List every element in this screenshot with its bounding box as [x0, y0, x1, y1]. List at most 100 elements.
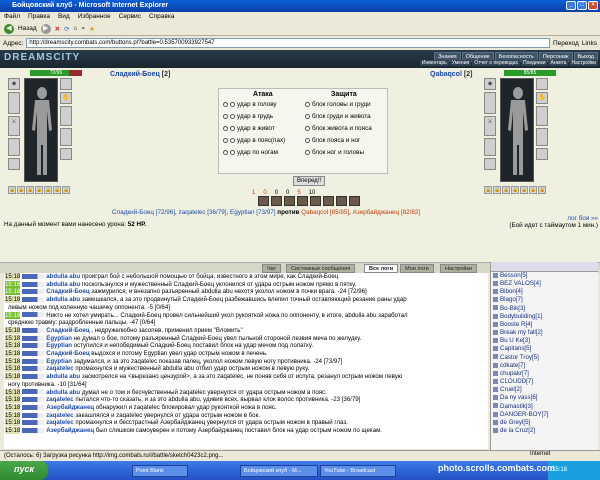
player-name[interactable]: Break my fall[2]: [500, 329, 543, 336]
player-list-item[interactable]: chupakr[7]: [491, 370, 598, 378]
helmet-slot[interactable]: ◆: [484, 78, 496, 90]
defense-option-1[interactable]: блок головы и груди: [305, 101, 371, 108]
player-name[interactable]: Bibon[4]: [500, 288, 523, 295]
task-youtube[interactable]: YouTube - Broadcast: [320, 465, 396, 477]
player-list-item[interactable]: de la Cruz[2]: [491, 427, 598, 435]
attack-submit-button[interactable]: Вперед!!: [293, 176, 325, 186]
weapon-slot[interactable]: ⚔: [484, 116, 496, 136]
chat-user[interactable]: Сладкий-Боец: [46, 350, 89, 357]
effect-icon[interactable]: [310, 196, 321, 206]
player-name[interactable]: Bodybuilding[1]: [500, 313, 542, 320]
player-list-item[interactable]: Booste R[4]: [491, 321, 598, 329]
team-right-member[interactable]: Азербайджанец [82/82]: [353, 209, 420, 216]
shield-slot[interactable]: [536, 106, 548, 126]
defense-option-3[interactable]: блок живота и пояса: [305, 125, 372, 132]
attack-option-legs[interactable]: удар по ногам: [223, 149, 278, 156]
tab-my-logs[interactable]: Мои логи: [400, 264, 434, 273]
player-name[interactable]: Cruel[2]: [500, 386, 522, 393]
team-left-member[interactable]: Сладкий-Боец [72/96]: [112, 209, 175, 216]
chat-user[interactable]: Egyptian: [46, 342, 72, 349]
defense-option-4[interactable]: блок пояса и ног: [305, 137, 360, 144]
player-list-item[interactable]: de Greyl[5]: [491, 419, 598, 427]
gloves-slot[interactable]: ✋: [536, 92, 548, 104]
menu-tools[interactable]: Сервис: [119, 13, 141, 21]
chat-user[interactable]: Egyptian: [46, 358, 72, 365]
attack-option-head[interactable]: удар в голову: [223, 101, 277, 108]
minimize-icon[interactable]: _: [566, 1, 576, 10]
ring-slot[interactable]: [536, 78, 548, 90]
player-name[interactable]: DANGER-BOY[7]: [500, 411, 548, 418]
subnav-transfers[interactable]: Отчет о переводах: [472, 60, 520, 66]
forward-icon[interactable]: ▶: [40, 23, 51, 34]
shield-slot[interactable]: [60, 106, 72, 126]
ring-slot[interactable]: [60, 78, 72, 90]
menu-view[interactable]: Вид: [58, 13, 70, 21]
player-list-item[interactable]: cdkate[7]: [491, 362, 598, 370]
pants-slot[interactable]: [536, 128, 548, 146]
weapon-slot[interactable]: ⚔: [8, 116, 20, 136]
player-name[interactable]: Booste R[4]: [500, 321, 532, 328]
boots-slot[interactable]: [60, 148, 72, 160]
effect-icon[interactable]: [258, 196, 269, 206]
menu-help[interactable]: Справка: [149, 13, 175, 21]
task-point-blank[interactable]: Point Blank: [132, 465, 188, 477]
defense-option-5[interactable]: блок ног и головы: [305, 149, 364, 156]
home-icon[interactable]: ⌂: [74, 25, 78, 32]
left-name-text[interactable]: Сладкий-Боец: [110, 71, 160, 78]
player-list-item[interactable]: Bu U Ke[3]: [491, 337, 598, 345]
player-name[interactable]: Da ny vass[6]: [500, 394, 538, 401]
chat-user[interactable]: zaqatelec: [46, 412, 73, 419]
shirt-slot[interactable]: [484, 138, 496, 156]
team-left-member[interactable]: Egyptian [73/97]: [230, 209, 276, 216]
player-list-item[interactable]: Blago[7]: [491, 296, 598, 304]
pants-slot[interactable]: [60, 128, 72, 146]
tab-settings[interactable]: Настройки: [440, 264, 477, 273]
effect-icon[interactable]: [284, 196, 295, 206]
attack-option-groin[interactable]: удар в пояс(пах): [223, 137, 285, 144]
chat-user[interactable]: Сладкий-Боец: [46, 327, 89, 334]
player-name[interactable]: Bo-Bik[3]: [500, 305, 525, 312]
chat-user[interactable]: zaqatelec: [46, 365, 73, 372]
boots-slot[interactable]: [536, 148, 548, 160]
effect-icon[interactable]: [271, 196, 282, 206]
right-fighter-name[interactable]: Qabaqcol [2]: [430, 71, 472, 78]
left-fighter-name[interactable]: Сладкий-Боец [2]: [110, 71, 170, 78]
chat-user[interactable]: abdulla abu: [46, 296, 80, 303]
chat-user[interactable]: zaqatelec: [46, 419, 73, 426]
player-name[interactable]: Damastik[3]: [500, 403, 533, 410]
subnav-inventory[interactable]: Инвентарь: [419, 60, 449, 66]
subnav-settings[interactable]: Настройки: [569, 60, 598, 66]
helmet-slot[interactable]: ◆: [8, 78, 20, 90]
links-label[interactable]: Links: [582, 40, 597, 47]
player-list-item[interactable]: Castor Troy[5]: [491, 354, 598, 362]
team-left-member[interactable]: zaqatelec [36/79]: [179, 209, 227, 216]
chat-user[interactable]: abdulla abu: [46, 281, 80, 288]
chat-user[interactable]: Азербайджанец: [46, 404, 94, 411]
chat-user[interactable]: Сладкий-Боец: [46, 288, 89, 295]
player-list-item[interactable]: Da ny vass[6]: [491, 394, 598, 402]
player-list-item[interactable]: Besson[5]: [491, 272, 598, 280]
chat-log[interactable]: 15:18 abdulla abu проиграл бой с небольшо…: [4, 273, 488, 449]
chat-user[interactable]: abdulla abu: [46, 389, 80, 396]
attack-option-chest[interactable]: удар в грудь: [223, 113, 273, 120]
stop-icon[interactable]: ✕: [55, 25, 60, 33]
effect-icon[interactable]: [336, 196, 347, 206]
menu-file[interactable]: Файл: [4, 13, 20, 21]
refresh-icon[interactable]: ⟳: [64, 25, 69, 33]
effect-icon[interactable]: [349, 196, 360, 206]
back-icon[interactable]: ◀: [4, 23, 14, 34]
menu-edit[interactable]: Правка: [28, 13, 50, 21]
player-name[interactable]: Castor Troy[5]: [500, 354, 539, 361]
defense-option-2[interactable]: блок груди и живота: [305, 113, 371, 120]
player-name[interactable]: CLOUDD[7]: [500, 378, 533, 385]
chat-user[interactable]: zaqatelec: [46, 396, 73, 403]
player-list-item[interactable]: Damastik[3]: [491, 403, 598, 411]
armor-slot[interactable]: [484, 92, 496, 114]
shirt-slot[interactable]: [8, 138, 20, 156]
chat-user[interactable]: Egyptian: [46, 335, 72, 342]
tab-chat[interactable]: Чат: [262, 264, 282, 273]
player-list-item[interactable]: Bo-Bik[3]: [491, 305, 598, 313]
maximize-icon[interactable]: □: [577, 1, 587, 10]
team-right-member[interactable]: Qabaqcol [85/85]: [301, 209, 349, 216]
address-input[interactable]: http://dreamscity.combats.com/buttons.pl…: [26, 38, 550, 48]
